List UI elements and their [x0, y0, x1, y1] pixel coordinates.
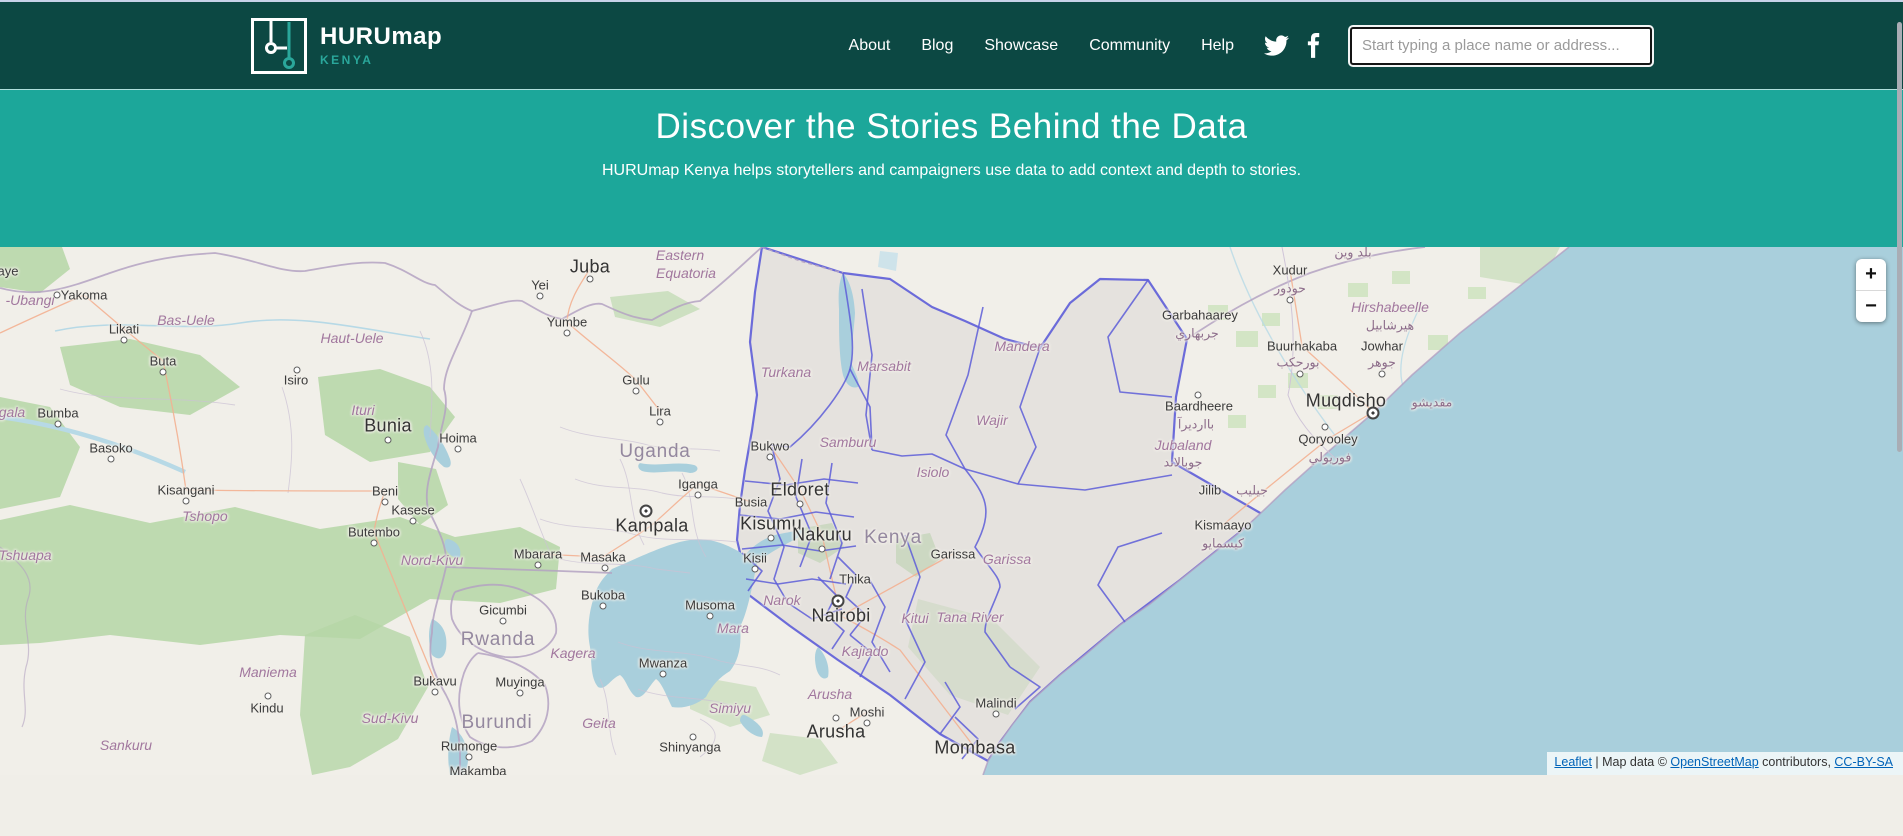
nav-link-community[interactable]: Community — [1089, 37, 1170, 55]
map-attribution: Leaflet | Map data © OpenStreetMap contr… — [1547, 752, 1903, 775]
hero-title: Discover the Stories Behind the Data — [0, 107, 1903, 147]
nav-link-showcase[interactable]: Showcase — [984, 37, 1058, 55]
brand-title: HURUmap — [320, 25, 442, 49]
openstreetmap-link[interactable]: OpenStreetMap — [1670, 755, 1758, 769]
brand-subtitle: KENYA — [320, 53, 442, 67]
cc-by-sa-link[interactable]: CC-BY-SA — [1834, 755, 1893, 769]
nav-link-help[interactable]: Help — [1201, 37, 1234, 55]
navbar: HURUmap KENYA About Blog Showcase Commun… — [0, 2, 1903, 89]
hurumap-logo-icon — [251, 18, 307, 74]
basemap-tiles — [0, 247, 1903, 775]
attribution-text: | Map data © — [1592, 755, 1670, 769]
search-input[interactable] — [1350, 27, 1652, 65]
leaflet-map[interactable]: ayeYakoma-UbangiBas-UeleLikatiButaHaut-U… — [0, 247, 1903, 775]
zoom-in-button[interactable]: + — [1856, 259, 1886, 290]
main-nav: About Blog Showcase Community Help — [849, 37, 1234, 55]
page-scrollbar — [1895, 0, 1903, 836]
hero: Discover the Stories Behind the Data HUR… — [0, 89, 1903, 247]
scrollbar-thumb[interactable] — [1897, 22, 1902, 452]
nav-link-blog[interactable]: Blog — [921, 37, 953, 55]
leaflet-link[interactable]: Leaflet — [1554, 755, 1592, 769]
search-wrap — [1350, 27, 1652, 65]
brand[interactable]: HURUmap KENYA — [251, 18, 442, 74]
social-links — [1264, 33, 1320, 58]
zoom-out-button[interactable]: − — [1856, 290, 1886, 322]
map-zoom-control: + − — [1856, 259, 1886, 322]
hero-subtitle: HURUmap Kenya helps storytellers and cam… — [0, 162, 1903, 180]
facebook-icon[interactable] — [1307, 33, 1320, 58]
twitter-icon[interactable] — [1264, 33, 1289, 58]
attribution-text: contributors, — [1759, 755, 1835, 769]
nav-link-about[interactable]: About — [849, 37, 891, 55]
